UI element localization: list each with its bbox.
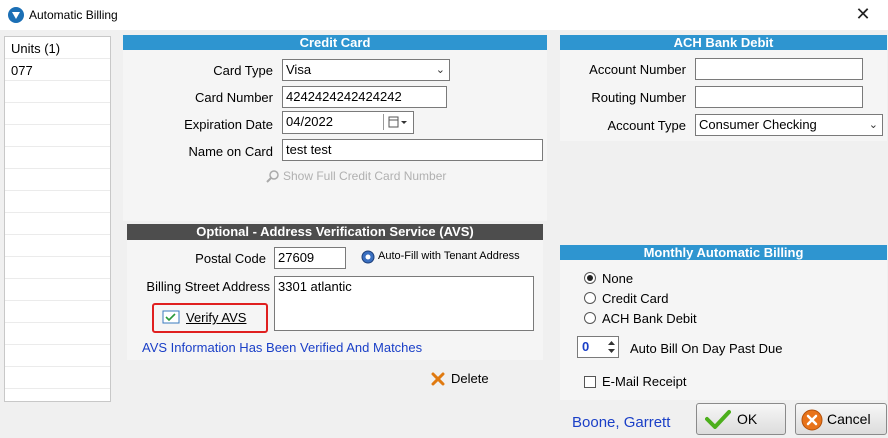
list-row-empty [5,147,110,169]
avs-panel: Optional - Address Verification Service … [127,224,543,360]
title-bar: Automatic Billing ✕ [0,0,888,30]
radio-none[interactable] [584,272,596,284]
verify-card-icon [162,310,180,327]
expiration-date-value: 04/2022 [286,114,333,129]
list-row-empty [5,323,110,345]
list-row-empty [5,257,110,279]
card-number-label: Card Number [194,90,273,105]
expiration-date-picker[interactable]: 04/2022 [282,111,414,134]
ach-header: ACH Bank Debit [560,35,887,50]
spinner-arrows-icon[interactable] [607,339,616,355]
account-type-label: Account Type [607,118,686,133]
routing-number-label: Routing Number [591,90,686,105]
ach-panel: ACH Bank Debit Account Number Routing Nu… [560,35,887,141]
avs-status-text: AVS Information Has Been Verified And Ma… [142,340,423,355]
chevron-down-icon: ⌄ [868,119,878,131]
units-header: Units (1) [5,37,110,59]
routing-number-input[interactable] [695,86,863,108]
email-receipt-label: E-Mail Receipt [602,374,687,389]
monthly-billing-panel: Monthly Automatic Billing None Credit Ca… [560,245,887,400]
auto-bill-day-label: Auto Bill On Day Past Due [630,341,783,356]
magnifier-icon [265,169,281,188]
credit-card-panel: Credit Card Card Type Visa ⌄ Card Number… [123,35,547,221]
auto-bill-day-stepper[interactable]: 0 [577,336,619,358]
account-type-select[interactable]: Consumer Checking ⌄ [695,114,883,136]
units-header-label: Units (1) [11,41,61,56]
auto-bill-day-value: 0 [582,339,590,354]
checkmark-icon [705,409,731,432]
avs-header: Optional - Address Verification Service … [127,224,543,240]
close-icon[interactable]: ✕ [851,3,875,25]
list-row-empty [5,169,110,191]
account-type-value: Consumer Checking [699,117,817,132]
radio-ach-bank-debit-label: ACH Bank Debit [602,311,697,326]
billing-street-textarea[interactable]: 3301 atlantic [274,276,534,331]
name-on-card-input[interactable]: test test [282,139,543,161]
show-full-card-number-label: Show Full Credit Card Number [283,169,447,183]
radio-none-label: None [602,271,634,286]
monthly-billing-header: Monthly Automatic Billing [560,245,887,260]
account-number-label: Account Number [589,62,686,77]
window-title: Automatic Billing [29,8,118,22]
list-row-empty [5,125,110,147]
gear-icon [360,249,376,268]
radio-credit-card-label: Credit Card [602,291,669,306]
card-type-label: Card Type [213,63,273,78]
list-row-empty [5,103,110,125]
list-row-empty [5,345,110,367]
app-logo-icon [8,7,24,23]
list-row-empty [5,279,110,301]
chevron-down-icon: ⌄ [435,64,445,76]
ok-button[interactable]: OK [696,403,786,435]
credit-card-header: Credit Card [123,35,547,50]
radio-credit-card[interactable] [584,292,596,304]
list-row-empty [5,235,110,257]
calendar-icon[interactable] [383,114,410,130]
list-row-empty [5,213,110,235]
list-row-empty [5,301,110,323]
delete-x-icon [430,371,446,390]
postal-code-label: Postal Code [195,251,266,266]
list-row-empty [5,191,110,213]
tenant-name: Boone, Garrett [572,414,671,431]
radio-ach-bank-debit[interactable] [584,312,596,324]
list-row-empty [5,367,110,389]
delete-label: Delete [451,371,489,386]
email-receipt-checkbox[interactable] [584,376,596,388]
expiration-date-label: Expiration Date [184,117,273,132]
card-number-input[interactable]: 4242424242424242 [282,86,447,108]
unit-label: 077 [11,63,33,78]
account-number-input[interactable] [695,58,863,80]
card-type-value: Visa [286,62,312,77]
cancel-button[interactable]: Cancel [795,403,887,435]
postal-code-input[interactable]: 27609 [274,247,346,269]
auto-fill-label: Auto-Fill with Tenant Address [378,250,520,262]
verify-avs-label: Verify AVS [186,310,247,325]
list-item[interactable]: 077 [5,59,110,81]
cancel-circle-icon [801,409,823,434]
units-list[interactable]: Units (1) 077 [4,36,111,402]
name-on-card-label: Name on Card [188,144,273,159]
cancel-label: Cancel [827,411,871,427]
billing-street-label: Billing Street Address [146,279,270,294]
list-row-empty [5,81,110,103]
ok-label: OK [737,411,758,427]
card-type-select[interactable]: Visa ⌄ [282,59,450,81]
